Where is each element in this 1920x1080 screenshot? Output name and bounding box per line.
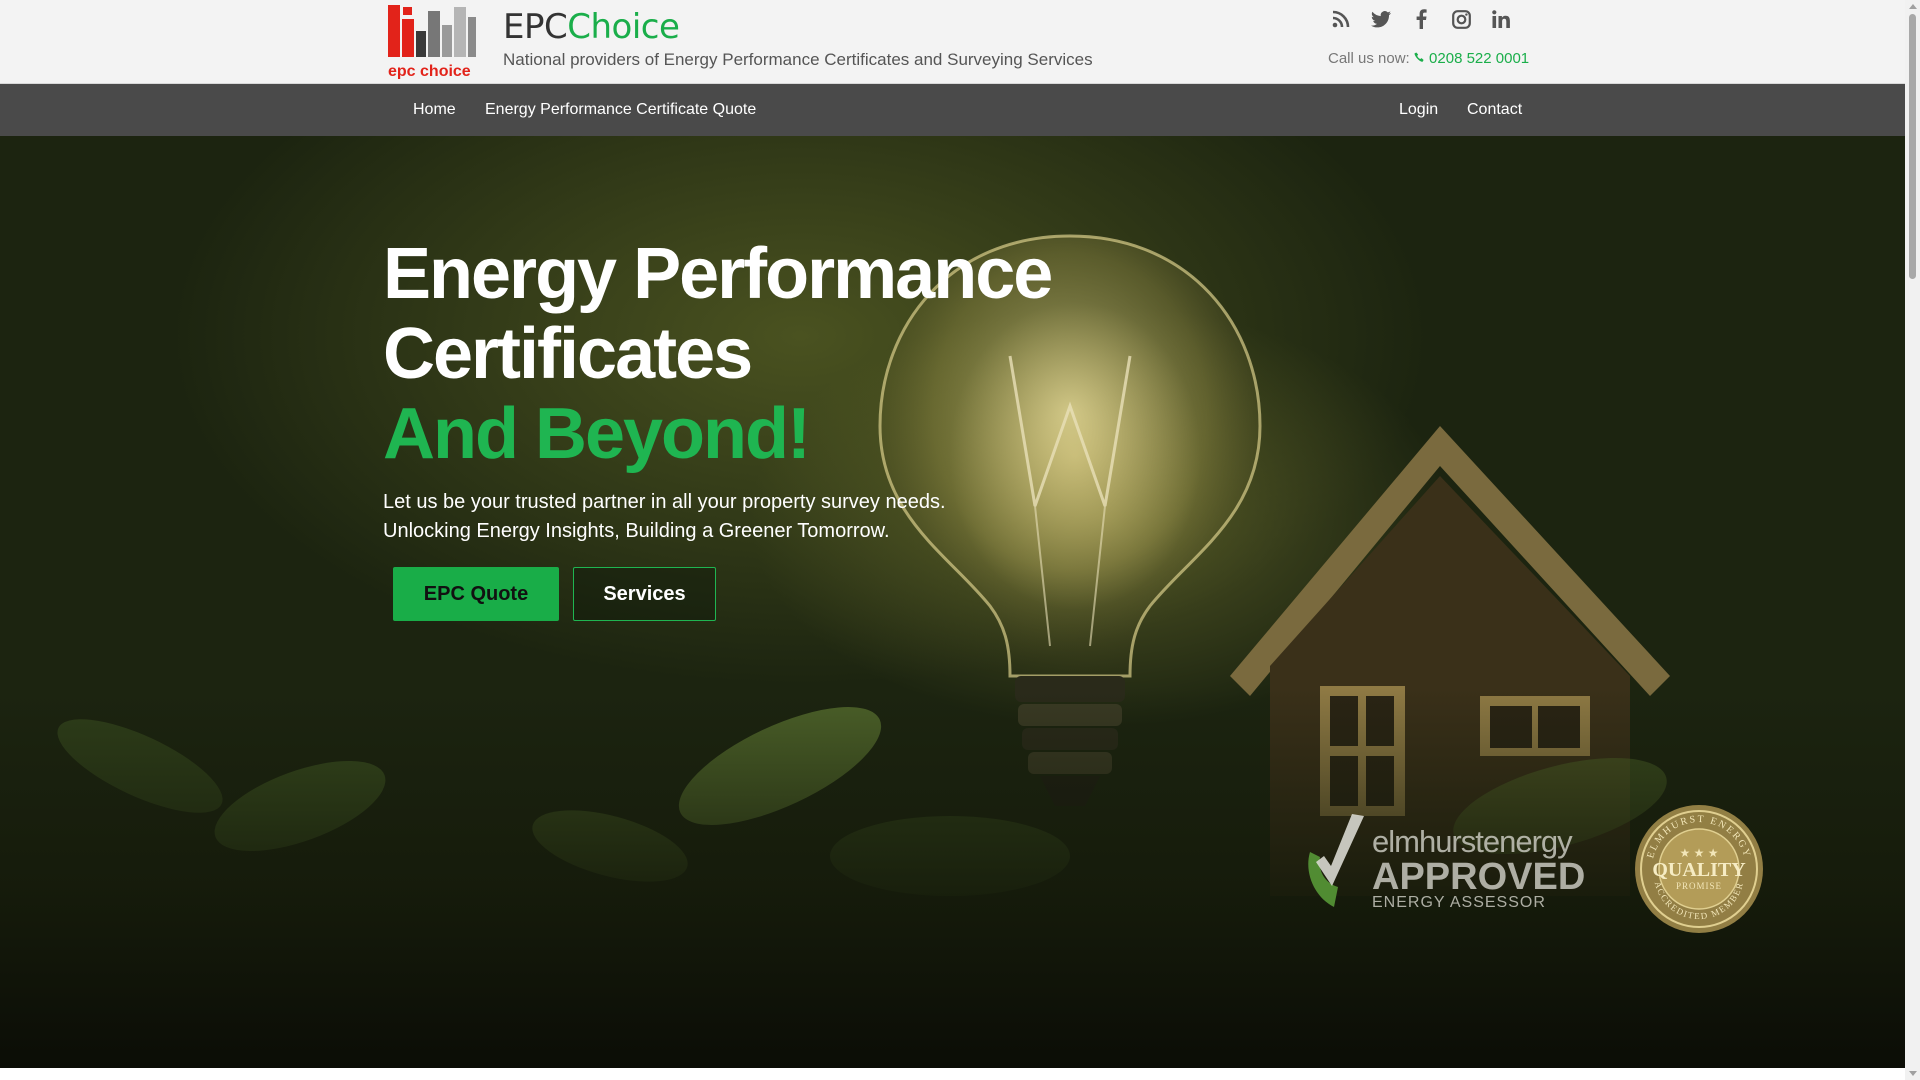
nav-contact[interactable]: Contact <box>1467 84 1522 136</box>
hero-section: Energy Performance Certificates And Beyo… <box>0 136 1905 1068</box>
main-nav: Home Energy Performance Certificate Quot… <box>0 84 1905 136</box>
lead-line-1: Let us be your trusted partner in all yo… <box>383 491 946 513</box>
phone-icon <box>1414 52 1424 62</box>
rss-icon[interactable] <box>1330 8 1352 30</box>
facebook-icon[interactable] <box>1410 8 1432 30</box>
social-links <box>1330 8 1512 30</box>
instagram-icon[interactable] <box>1450 8 1472 30</box>
seal-stars: ★ ★ ★ <box>1680 846 1719 860</box>
epc-quote-button[interactable]: EPC Quote <box>393 567 559 621</box>
nav-epc-quote[interactable]: Energy Performance Certificate Quote <box>485 84 756 136</box>
heading-line-2: Certificates <box>383 314 753 394</box>
heading-line-1: Energy Performance <box>383 234 1053 314</box>
nav-login[interactable]: Login <box>1399 84 1438 136</box>
hero-lead: Let us be your trusted partner in all yo… <box>383 488 1023 546</box>
phone-link[interactable]: 0208 522 0001 <box>1414 50 1529 67</box>
scroll-thumb[interactable] <box>1909 14 1916 279</box>
page-scrollbar[interactable] <box>1905 0 1920 1080</box>
linkedin-icon[interactable] <box>1490 8 1512 30</box>
lead-line-2: Unlocking Energy Insights, Building a Gr… <box>383 520 890 542</box>
site-header: epc choice EPCChoice National providers … <box>0 0 1905 84</box>
call-label: Call us now: <box>1328 50 1410 67</box>
page-bottom-strip <box>0 1068 1905 1080</box>
elmhurst-approved: APPROVED <box>1372 856 1586 898</box>
phone-number: 0208 522 0001 <box>1429 50 1530 67</box>
heading-accent: And Beyond! <box>383 394 811 474</box>
seal-promise: PROMISE <box>1676 881 1722 891</box>
site-title-choice: Choice <box>567 7 680 47</box>
scroll-up-arrow-icon[interactable] <box>1909 4 1917 9</box>
site-title[interactable]: EPCChoice <box>503 6 1093 48</box>
elmhurst-brand: elmhurstenergy <box>1372 824 1573 859</box>
seal-quality: QUALITY <box>1652 859 1746 881</box>
hero-heading: Energy Performance Certificates And Beyo… <box>383 234 1083 474</box>
brand: EPCChoice National providers of Energy P… <box>503 6 1093 70</box>
elmhurst-approved-badge: elmhurstenergy APPROVED ENERGY ASSESSOR <box>1304 812 1594 922</box>
nav-home[interactable]: Home <box>413 84 456 136</box>
site-title-epc: EPC <box>503 7 568 47</box>
epc-choice-logo[interactable]: epc choice <box>388 5 478 80</box>
call-us: Call us now: 0208 522 0001 <box>1328 50 1529 67</box>
services-button[interactable]: Services <box>573 567 716 621</box>
checkmark-icon <box>1308 814 1364 907</box>
quality-promise-seal: ELMHURST ENERGY ACCREDITED MEMBER ★ ★ ★ … <box>1635 805 1763 933</box>
scroll-down-arrow-icon[interactable] <box>1909 1071 1917 1076</box>
twitter-icon[interactable] <box>1370 8 1392 30</box>
hero-shade <box>0 688 1905 1068</box>
site-tagline: National providers of Energy Performance… <box>503 50 1093 69</box>
logo-text: epc choice <box>388 63 471 79</box>
